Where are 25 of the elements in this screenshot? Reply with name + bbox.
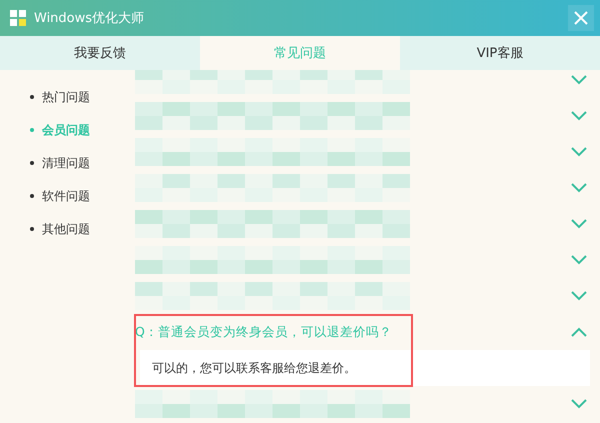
close-icon: [573, 10, 589, 26]
chevron-up-icon[interactable]: [570, 326, 588, 338]
answer-text: 可以的，您可以联系客服给您退差价。: [152, 360, 356, 376]
category-item[interactable]: 清理问题: [30, 153, 135, 173]
chevron-down-icon[interactable]: [570, 254, 588, 266]
bullet-icon: [30, 161, 34, 165]
chevron-down-icon[interactable]: [570, 290, 588, 302]
chevron-down-icon[interactable]: [570, 182, 588, 194]
tab[interactable]: VIP客服: [400, 36, 600, 70]
chevron-down-icon[interactable]: [570, 110, 588, 122]
category-item[interactable]: 热门问题: [30, 87, 135, 107]
bullet-icon: [30, 128, 34, 132]
chevron-down-icon[interactable]: [570, 398, 588, 410]
bullet-icon: [30, 194, 34, 198]
close-button[interactable]: [568, 5, 594, 31]
window-title: Windows优化大师: [34, 10, 146, 27]
app-logo-icon: [10, 10, 26, 26]
category-item[interactable]: 其他问题: [30, 219, 135, 239]
chevron-down-icon[interactable]: [570, 146, 588, 158]
bullet-icon: [30, 227, 34, 231]
chevron-down-icon[interactable]: [570, 218, 588, 230]
chevron-down-icon[interactable]: [570, 74, 588, 86]
category-item[interactable]: 软件问题: [30, 186, 135, 206]
bullet-icon: [30, 95, 34, 99]
tab[interactable]: 我要反馈: [0, 36, 200, 70]
